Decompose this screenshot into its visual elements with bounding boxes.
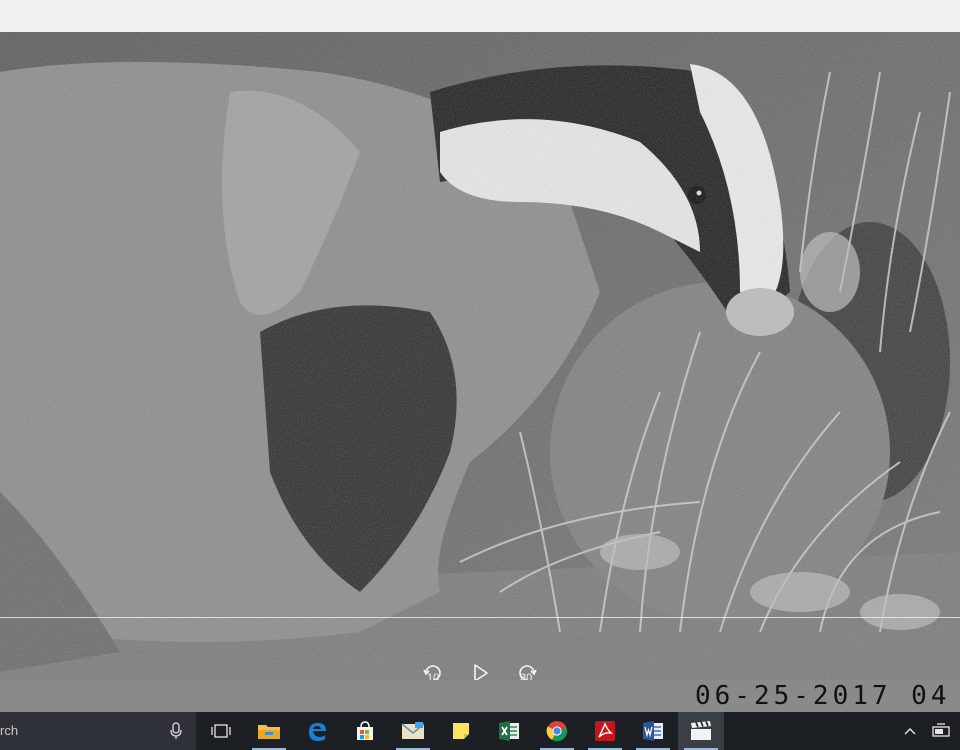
- file-explorer-button[interactable]: [246, 712, 292, 750]
- excel-button[interactable]: [486, 712, 532, 750]
- taskbar: rch: [0, 712, 960, 750]
- store-button[interactable]: [342, 712, 388, 750]
- pdf-icon: [595, 721, 615, 741]
- search-box[interactable]: rch: [0, 712, 196, 750]
- chrome-icon: [546, 721, 568, 742]
- microphone-icon[interactable]: [170, 722, 182, 740]
- camera-timestamp: 06-25-2017 04: [695, 681, 951, 711]
- task-view-icon: [211, 724, 231, 738]
- badger-night-image: [0, 32, 960, 680]
- seek-bar[interactable]: [0, 617, 960, 618]
- chevron-up-icon: [904, 728, 916, 735]
- tray-device-icon: [932, 723, 950, 737]
- task-view-button[interactable]: [198, 712, 244, 750]
- edge-browser-icon: [309, 723, 326, 741]
- movies-and-tv-button[interactable]: [678, 712, 724, 750]
- video-frame[interactable]: [0, 32, 960, 680]
- search-placeholder: rch: [0, 723, 19, 738]
- acrobat-button[interactable]: [582, 712, 628, 750]
- tray-device-button[interactable]: [926, 712, 956, 750]
- sticky-notes-button[interactable]: [438, 712, 484, 750]
- mail-icon: [401, 722, 425, 739]
- folder-icon: [258, 725, 280, 739]
- mail-button[interactable]: [390, 712, 436, 750]
- edge-button[interactable]: [294, 712, 340, 750]
- show-hidden-icons-button[interactable]: [898, 712, 922, 750]
- excel-icon: [499, 721, 519, 741]
- chrome-button[interactable]: [534, 712, 580, 750]
- word-icon: [643, 721, 663, 741]
- window-title-bar: [0, 0, 960, 32]
- timestamp-strip: 06-25-2017 04: [0, 680, 960, 712]
- clapperboard-icon: [691, 721, 711, 740]
- word-button[interactable]: [630, 712, 676, 750]
- sticky-note-icon: [453, 723, 469, 739]
- store-bag-icon: [357, 721, 373, 740]
